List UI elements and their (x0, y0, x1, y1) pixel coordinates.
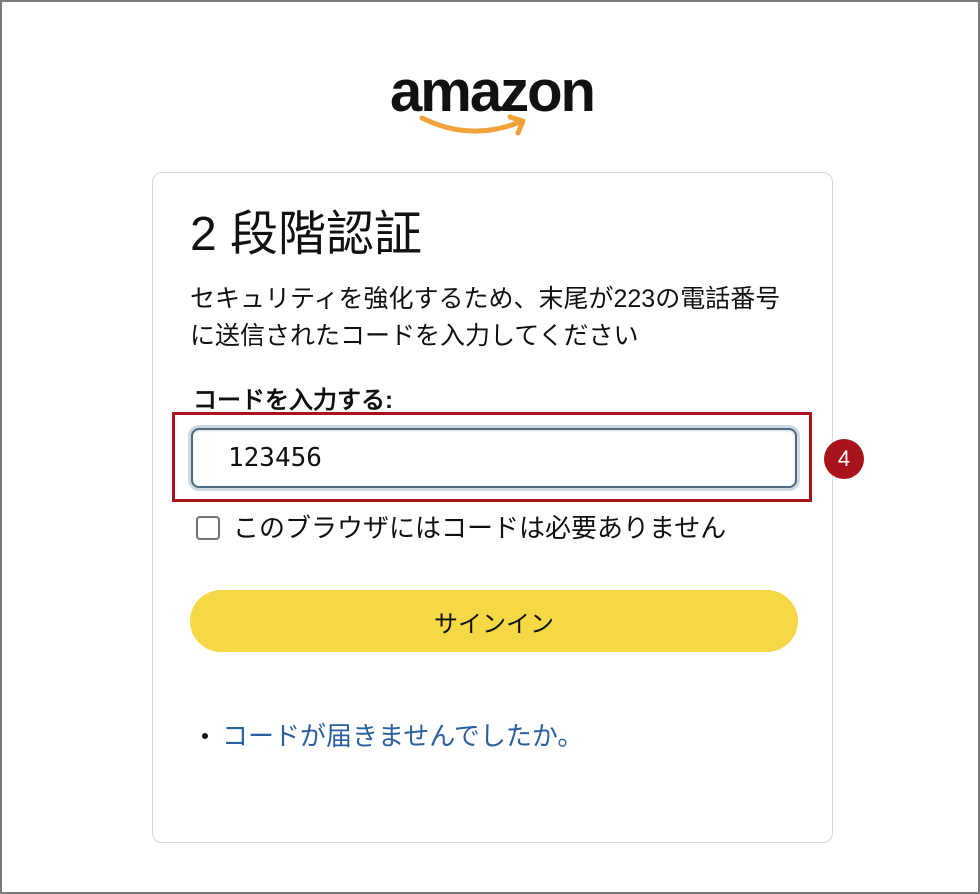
page-frame: amazon 2 段階認証 セキュリティを強化するため、末尾が223の電話番号に… (0, 0, 980, 894)
list-item: コードが届きませんでしたか。 (202, 718, 583, 754)
code-field-label: コードを入力する: (193, 387, 393, 414)
auth-card: 2 段階認証 セキュリティを強化するため、末尾が223の電話番号に送信されたコー… (152, 172, 833, 843)
code-input[interactable] (191, 428, 797, 488)
step-number-badge: 4 (824, 439, 864, 479)
remember-device-row: このブラウザにはコードは必要ありません (196, 510, 726, 546)
remember-device-checkbox[interactable] (196, 516, 220, 540)
smile-arrow-icon (419, 114, 526, 136)
list-bullet (202, 733, 208, 739)
instructions-text: セキュリティを強化するため、末尾が223の電話番号に送信されたコードを入力してく… (190, 285, 781, 350)
code-not-received-link[interactable]: コードが届きませんでしたか。 (222, 718, 583, 754)
remember-device-label[interactable]: このブラウザにはコードは必要ありません (233, 510, 726, 546)
page-title: 2 段階認証 (190, 208, 423, 261)
sign-in-button[interactable]: サインイン (190, 590, 798, 652)
